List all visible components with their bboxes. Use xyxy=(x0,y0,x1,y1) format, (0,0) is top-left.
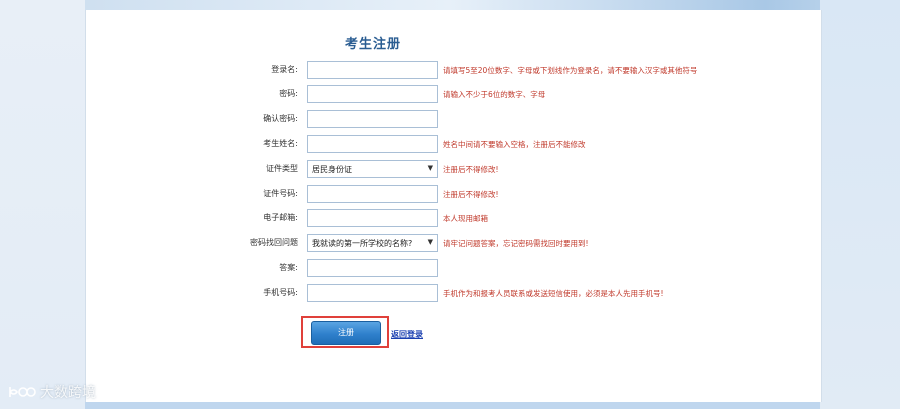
password-hint: 请输入不少于6位的数字、字母 xyxy=(443,90,546,99)
password-input[interactable] xyxy=(307,85,438,103)
bottom-band xyxy=(85,402,820,409)
page-title: 考生注册 xyxy=(345,37,402,52)
id-type-selected-value: 居民身份证 xyxy=(312,165,352,174)
candidate-name-label: 考生姓名: xyxy=(263,139,298,148)
id-number-input[interactable] xyxy=(307,185,438,203)
field-row-id-number: 证件号码: 注册后不得修改! xyxy=(0,185,900,205)
watermark-text: 大数跨境 xyxy=(40,385,96,401)
confirm-password-label: 确认密码: xyxy=(263,114,298,123)
login-name-label: 登录名: xyxy=(271,65,298,74)
answer-input[interactable] xyxy=(307,259,438,277)
field-row-id-type: 证件类型 居民身份证 ▼ 注册后不得修改! xyxy=(0,160,900,180)
security-question-select[interactable]: 我就读的第一所学校的名称? ▼ xyxy=(307,234,438,252)
confirm-password-input[interactable] xyxy=(307,110,438,128)
field-row-security-question: 密码找回问题 我就读的第一所学校的名称? ▼ 请牢记问题答案，忘记密码需找回时要… xyxy=(0,234,900,254)
id-type-hint: 注册后不得修改! xyxy=(443,165,499,174)
watermark: 大数跨境 xyxy=(8,382,96,402)
mobile-input[interactable] xyxy=(307,284,438,302)
id-number-hint: 注册后不得修改! xyxy=(443,190,499,199)
field-row-login-name: 登录名: 请填写5至20位数字、字母或下划线作为登录名，请不要输入汉字或其他符号 xyxy=(0,61,900,81)
field-row-password: 密码: 请输入不少于6位的数字、字母 xyxy=(0,85,900,105)
brand-logo-icon xyxy=(9,387,36,397)
field-row-email: 电子邮箱: 本人现用邮箱 xyxy=(0,209,900,229)
chevron-down-icon: ▼ xyxy=(427,164,433,172)
field-row-answer: 答案: xyxy=(0,259,900,279)
security-question-selected-value: 我就读的第一所学校的名称? xyxy=(312,239,413,248)
id-type-label: 证件类型 xyxy=(266,164,298,173)
email-hint: 本人现用邮箱 xyxy=(443,214,488,223)
password-label: 密码: xyxy=(279,89,298,98)
field-row-mobile: 手机号码: 手机作为和报考人员联系或发送短信使用，必须是本人先用手机号! xyxy=(0,284,900,304)
id-number-label: 证件号码: xyxy=(263,189,298,198)
answer-label: 答案: xyxy=(279,263,298,272)
id-type-select[interactable]: 居民身份证 ▼ xyxy=(307,160,438,178)
register-highlight-box: 注册 xyxy=(301,316,389,348)
email-input[interactable] xyxy=(307,209,438,227)
email-label: 电子邮箱: xyxy=(263,213,298,222)
candidate-name-hint: 姓名中间请不要输入空格，注册后不能修改 xyxy=(443,140,586,149)
candidate-name-input[interactable] xyxy=(307,135,438,153)
security-question-hint: 请牢记问题答案，忘记密码需找回时要用到! xyxy=(443,239,589,248)
mobile-hint: 手机作为和报考人员联系或发送短信使用，必须是本人先用手机号! xyxy=(443,289,664,298)
mobile-label: 手机号码: xyxy=(263,288,298,297)
field-row-candidate-name: 考生姓名: 姓名中间请不要输入空格，注册后不能修改 xyxy=(0,135,900,155)
login-name-hint: 请填写5至20位数字、字母或下划线作为登录名，请不要输入汉字或其他符号 xyxy=(443,66,698,75)
field-row-confirm-password: 确认密码: xyxy=(0,110,900,130)
register-button[interactable]: 注册 xyxy=(311,321,381,345)
login-name-input[interactable] xyxy=(307,61,438,79)
chevron-down-icon: ▼ xyxy=(427,238,433,246)
security-question-label: 密码找回问题 xyxy=(250,238,298,247)
back-to-login-link[interactable]: 返回登录 xyxy=(391,329,423,340)
